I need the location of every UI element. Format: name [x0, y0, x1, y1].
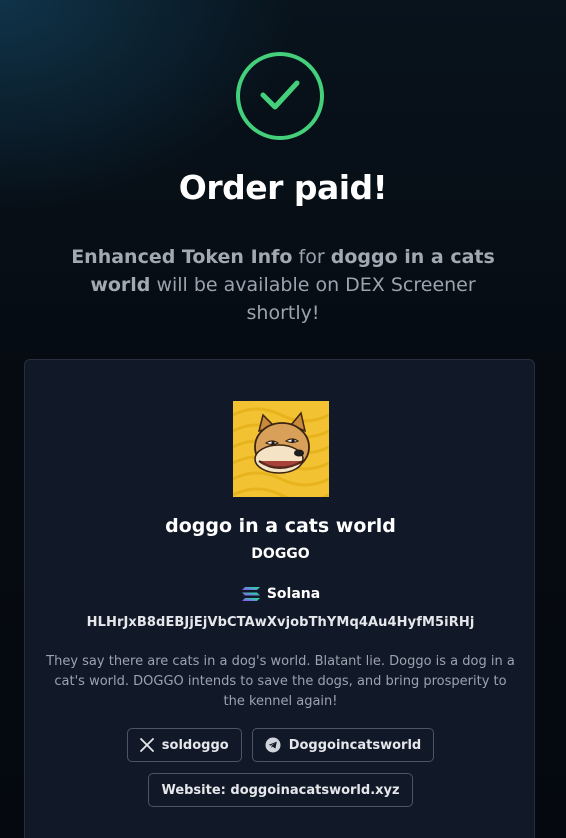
solana-icon	[241, 587, 260, 601]
page-title: Order paid!	[178, 168, 388, 207]
website-link-label: Website: doggoinacatsworld.xyz	[161, 782, 400, 798]
token-info-card: doggo in a cats world DOGGO Solana HLHrJ…	[24, 359, 535, 838]
confirmation-message: Enhanced Token Info for doggo in a cats …	[60, 243, 506, 327]
telegram-icon	[265, 737, 281, 753]
token-description: They say there are cats in a dog's world…	[46, 654, 515, 709]
telegram-link-label: Doggoincatsworld	[288, 737, 422, 753]
for-text: for	[292, 246, 331, 268]
chain-name: Solana	[266, 586, 321, 602]
token-symbol: DOGGO	[251, 546, 310, 562]
chain-label: Solana	[25, 586, 536, 602]
product-name: Enhanced Token Info	[71, 246, 293, 268]
success-check-icon	[236, 52, 324, 140]
token-image	[233, 401, 329, 497]
doge-meme-icon	[233, 401, 329, 497]
twitter-link-label: soldoggo	[161, 737, 229, 753]
website-row: Website: doggoinacatsworld.xyz	[25, 773, 536, 807]
token-address[interactable]: HLHrJxB8dEBJjEjVbCTAwXvjobThYMq4Au4HyfM5…	[25, 615, 536, 630]
order-paid-page: Order paid! Enhanced Token Info for dogg…	[0, 0, 566, 838]
twitter-link-button[interactable]: soldoggo	[126, 728, 242, 762]
telegram-link-button[interactable]: Doggoincatsworld	[251, 728, 435, 762]
token-name: doggo in a cats world	[165, 515, 396, 537]
social-links: soldoggo Doggoincatsworld	[25, 728, 536, 762]
x-icon	[139, 738, 154, 752]
availability-text: will be available on DEX Screener shortl…	[150, 274, 476, 324]
website-link-button[interactable]: Website: doggoinacatsworld.xyz	[148, 773, 413, 807]
